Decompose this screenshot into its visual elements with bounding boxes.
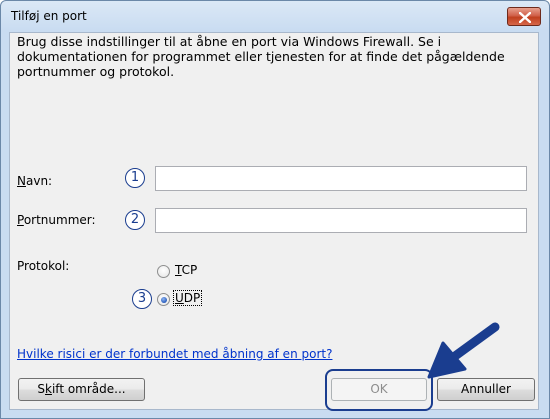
risks-help-link[interactable]: Hvilke risici er der forbundet med åbnin…	[17, 347, 332, 361]
name-label: Navn:	[17, 174, 53, 188]
cancel-button[interactable]: Annuller	[437, 378, 535, 401]
callout-1: 1	[125, 168, 145, 188]
protocol-label: Protokol:	[17, 259, 70, 273]
port-label: Portnummer:	[17, 213, 96, 227]
tcp-label[interactable]: TCP	[175, 263, 197, 277]
close-icon	[519, 12, 531, 23]
add-port-dialog: Tilføj en port Brug disse indstillinger …	[0, 0, 550, 419]
udp-radio[interactable]	[157, 293, 170, 306]
change-scope-button[interactable]: Skift område...	[18, 378, 145, 401]
ok-button-highlight	[325, 369, 433, 411]
name-input[interactable]	[155, 166, 527, 191]
callout-2: 2	[125, 210, 145, 230]
udp-label[interactable]: UDP	[173, 290, 203, 306]
title-bar[interactable]: Tilføj en port	[1, 1, 549, 31]
dialog-title: Tilføj en port	[11, 9, 87, 23]
port-number-input[interactable]	[155, 208, 527, 233]
description-text: Brug disse indstillinger til at åbne en …	[17, 34, 505, 79]
callout-3: 3	[132, 289, 152, 309]
close-button[interactable]	[507, 7, 541, 26]
pointer-arrow-icon	[427, 322, 500, 379]
tcp-radio[interactable]	[157, 265, 170, 278]
